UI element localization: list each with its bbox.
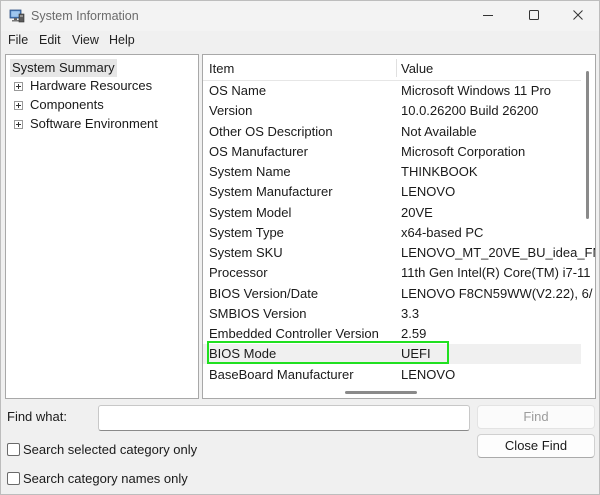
row-value: 10.0.26200 Build 26200 (401, 103, 539, 119)
close-window-button[interactable] (555, 1, 600, 31)
row-item: System Model (209, 204, 292, 220)
row-value: LENOVO (401, 184, 456, 200)
find-what-input[interactable] (98, 405, 470, 431)
expand-plus-icon[interactable] (14, 101, 23, 110)
search-category-names-checkbox[interactable] (7, 472, 20, 485)
category-tree[interactable]: System Summary Hardware Resources Compon… (5, 54, 199, 399)
minimize-icon (483, 15, 493, 16)
search-selected-category-label: Search selected category only (23, 442, 198, 457)
row-item: System Manufacturer (209, 184, 333, 200)
horizontal-scroll-thumb[interactable] (345, 391, 417, 394)
expand-plus-icon[interactable] (14, 82, 23, 91)
table-row[interactable]: System Model 20VE (203, 203, 581, 223)
table-row[interactable]: BaseBoard Manufacturer LENOVO (203, 365, 581, 385)
table-row[interactable]: SMBIOS Version 3.3 (203, 304, 581, 324)
menu-help[interactable]: Help (109, 33, 135, 47)
row-item: SMBIOS Version (209, 305, 307, 321)
row-value: x64-based PC (401, 224, 484, 240)
highlight-box (207, 341, 449, 364)
menu-edit[interactable]: Edit (39, 33, 61, 47)
row-value: 11th Gen Intel(R) Core(TM) i7-11 (401, 265, 591, 281)
row-value: LENOVO F8CN59WW(V2.22), 6/ (401, 285, 593, 301)
row-value: Not Available (401, 123, 477, 139)
find-what-label: Find what: (7, 409, 67, 424)
maximize-icon (529, 10, 539, 20)
tree-item-label: Hardware Resources (30, 78, 153, 93)
row-value: 3.3 (401, 305, 420, 321)
menu-file[interactable]: File (8, 33, 28, 47)
title-bar[interactable]: System Information (1, 1, 599, 31)
close-find-button[interactable]: Close Find (477, 434, 595, 458)
row-value: THINKBOOK (401, 164, 478, 179)
row-item: OS Manufacturer (209, 143, 308, 159)
column-header-item[interactable]: Item (209, 61, 234, 76)
column-header-value[interactable]: Value (401, 61, 433, 76)
window-title: System Information (31, 9, 139, 23)
row-item: Processor (209, 265, 268, 281)
tree-item-label: Components (30, 97, 104, 112)
table-row[interactable]: Version 10.0.26200 Build 26200 (203, 101, 581, 121)
row-value: LENOVO (401, 366, 456, 382)
row-item: System Type (209, 224, 284, 240)
table-row[interactable]: System SKU LENOVO_MT_20VE_BU_idea_FM_ (203, 243, 595, 263)
expand-plus-icon[interactable] (14, 120, 23, 129)
table-row[interactable]: Processor 11th Gen Intel(R) Core(TM) i7-1… (203, 263, 591, 283)
tree-item-hardware-resources[interactable]: Hardware Resources (6, 77, 196, 95)
table-row[interactable]: OS Manufacturer Microsoft Corporation (203, 142, 581, 162)
minimize-button[interactable] (465, 1, 511, 31)
row-item: BIOS Version/Date (209, 285, 319, 301)
find-button[interactable]: Find (477, 405, 595, 429)
row-item: System SKU (209, 245, 283, 260)
search-selected-category-checkbox[interactable] (7, 443, 20, 456)
menu-view[interactable]: View (72, 33, 99, 47)
menu-bar: File Edit View Help (1, 31, 599, 51)
tree-item-system-summary[interactable]: System Summary (10, 59, 117, 77)
row-value: Microsoft Windows 11 Pro (401, 83, 552, 98)
table-row[interactable]: BIOS Version/Date LENOVO F8CN59WW(V2.22),… (203, 284, 592, 304)
row-item: BaseBoard Manufacturer (209, 366, 354, 382)
system-information-app-icon (9, 9, 25, 23)
search-category-names-label: Search category names only (23, 471, 188, 486)
vertical-scrollbar[interactable] (581, 55, 595, 398)
row-item: System Name (209, 164, 291, 179)
vertical-scroll-thumb[interactable] (586, 71, 589, 219)
close-icon (573, 10, 583, 20)
tree-item-label: Software Environment (30, 116, 158, 131)
table-row[interactable]: OS Name Microsoft Windows 11 Pro (203, 81, 581, 101)
row-value: 20VE (401, 204, 433, 220)
row-item: OS Name (209, 83, 267, 98)
row-item: Other OS Description (209, 123, 333, 139)
row-value: LENOVO_MT_20VE_BU_idea_FM_ (401, 245, 596, 260)
table-row[interactable]: System Type x64-based PC (203, 223, 581, 243)
table-row[interactable]: Other OS Description Not Available (203, 122, 581, 142)
horizontal-scrollbar[interactable] (203, 386, 581, 398)
tree-item-software-environment[interactable]: Software Environment (6, 115, 196, 133)
maximize-button[interactable] (511, 1, 557, 31)
table-row[interactable]: System Manufacturer LENOVO (203, 182, 581, 202)
list-header: Item Value (203, 55, 581, 81)
table-row[interactable]: System Name THINKBOOK (203, 162, 581, 182)
row-item: Version (209, 103, 253, 119)
system-information-window: System Information File Edit View Help S… (0, 0, 600, 495)
tree-item-components[interactable]: Components (6, 96, 196, 114)
row-value: Microsoft Corporation (401, 143, 526, 159)
column-divider[interactable] (396, 59, 397, 77)
